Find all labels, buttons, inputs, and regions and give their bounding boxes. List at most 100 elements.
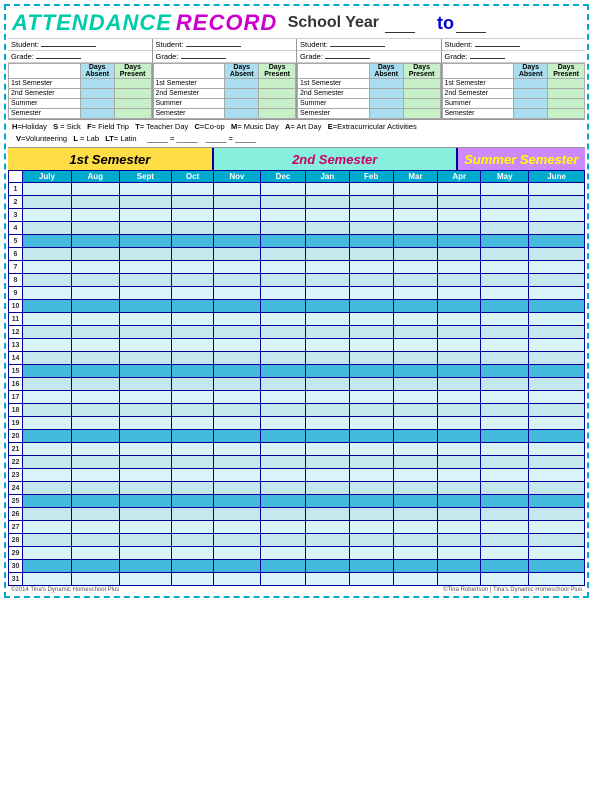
cell-day2-month3[interactable] [172,196,214,209]
cell-day11-month8[interactable] [393,313,437,326]
cell-day4-month11[interactable] [529,222,585,235]
cell-day16-month6[interactable] [306,378,349,391]
cell-day26-month4[interactable] [214,508,261,521]
cell-day30-month5[interactable] [260,560,306,573]
cell-day15-month11[interactable] [529,365,585,378]
cell-day6-month1[interactable] [71,248,119,261]
cell-day27-month5[interactable] [260,521,306,534]
cell-day10-month9[interactable] [438,300,481,313]
cell-day10-month1[interactable] [71,300,119,313]
cell-day24-month1[interactable] [71,482,119,495]
cell-day25-month1[interactable] [71,495,119,508]
cell-day22-month9[interactable] [438,456,481,469]
cell-day9-month7[interactable] [349,287,393,300]
cell-day10-month11[interactable] [529,300,585,313]
cell-day31-month7[interactable] [349,573,393,586]
cell-day10-month0[interactable] [23,300,72,313]
cell-day29-month1[interactable] [71,547,119,560]
cell-day7-month8[interactable] [393,261,437,274]
cell-day20-month3[interactable] [172,430,214,443]
cell-day9-month2[interactable] [119,287,171,300]
cell-day6-month8[interactable] [393,248,437,261]
cell-day5-month3[interactable] [172,235,214,248]
cell-day8-month2[interactable] [119,274,171,287]
cell-day23-month9[interactable] [438,469,481,482]
cell-day24-month5[interactable] [260,482,306,495]
cell-day29-month0[interactable] [23,547,72,560]
cell-day12-month2[interactable] [119,326,171,339]
cell-day1-month4[interactable] [214,183,261,196]
cell-day22-month8[interactable] [393,456,437,469]
cell-day6-month0[interactable] [23,248,72,261]
cell-day17-month10[interactable] [481,391,529,404]
cell-day18-month4[interactable] [214,404,261,417]
cell-day3-month1[interactable] [71,209,119,222]
cell-day14-month0[interactable] [23,352,72,365]
cell-day19-month6[interactable] [306,417,349,430]
cell-day16-month0[interactable] [23,378,72,391]
cell-day20-month10[interactable] [481,430,529,443]
cell-day9-month9[interactable] [438,287,481,300]
cell-day27-month2[interactable] [119,521,171,534]
cell-day26-month3[interactable] [172,508,214,521]
cell-day19-month8[interactable] [393,417,437,430]
cell-day21-month4[interactable] [214,443,261,456]
cell-day4-month4[interactable] [214,222,261,235]
cell-day27-month6[interactable] [306,521,349,534]
cell-day20-month6[interactable] [306,430,349,443]
cell-day18-month2[interactable] [119,404,171,417]
cell-day24-month6[interactable] [306,482,349,495]
cell-day27-month7[interactable] [349,521,393,534]
cell-day8-month9[interactable] [438,274,481,287]
cell-day15-month10[interactable] [481,365,529,378]
cell-day25-month7[interactable] [349,495,393,508]
cell-day29-month9[interactable] [438,547,481,560]
cell-day2-month9[interactable] [438,196,481,209]
cell-day28-month5[interactable] [260,534,306,547]
cell-day15-month1[interactable] [71,365,119,378]
cell-day2-month6[interactable] [306,196,349,209]
cell-day14-month7[interactable] [349,352,393,365]
cell-day28-month7[interactable] [349,534,393,547]
cell-day30-month3[interactable] [172,560,214,573]
cell-day18-month8[interactable] [393,404,437,417]
cell-day3-month8[interactable] [393,209,437,222]
cell-day6-month3[interactable] [172,248,214,261]
cell-day29-month8[interactable] [393,547,437,560]
cell-day11-month3[interactable] [172,313,214,326]
cell-day29-month11[interactable] [529,547,585,560]
cell-day13-month2[interactable] [119,339,171,352]
cell-day18-month0[interactable] [23,404,72,417]
cell-day24-month3[interactable] [172,482,214,495]
cell-day15-month8[interactable] [393,365,437,378]
cell-day30-month10[interactable] [481,560,529,573]
cell-day21-month6[interactable] [306,443,349,456]
cell-day25-month8[interactable] [393,495,437,508]
cell-day16-month7[interactable] [349,378,393,391]
cell-day30-month6[interactable] [306,560,349,573]
cell-day13-month6[interactable] [306,339,349,352]
cell-day7-month5[interactable] [260,261,306,274]
cell-day13-month8[interactable] [393,339,437,352]
cell-day29-month10[interactable] [481,547,529,560]
cell-day18-month5[interactable] [260,404,306,417]
cell-day5-month0[interactable] [23,235,72,248]
cell-day28-month4[interactable] [214,534,261,547]
cell-day13-month11[interactable] [529,339,585,352]
cell-day4-month5[interactable] [260,222,306,235]
cell-day31-month10[interactable] [481,573,529,586]
cell-day4-month1[interactable] [71,222,119,235]
cell-day1-month0[interactable] [23,183,72,196]
cell-day9-month8[interactable] [393,287,437,300]
cell-day2-month2[interactable] [119,196,171,209]
cell-day10-month10[interactable] [481,300,529,313]
cell-day9-month0[interactable] [23,287,72,300]
cell-day13-month1[interactable] [71,339,119,352]
cell-day3-month5[interactable] [260,209,306,222]
cell-day4-month2[interactable] [119,222,171,235]
cell-day30-month1[interactable] [71,560,119,573]
cell-day16-month5[interactable] [260,378,306,391]
cell-day31-month11[interactable] [529,573,585,586]
cell-day23-month7[interactable] [349,469,393,482]
cell-day17-month8[interactable] [393,391,437,404]
